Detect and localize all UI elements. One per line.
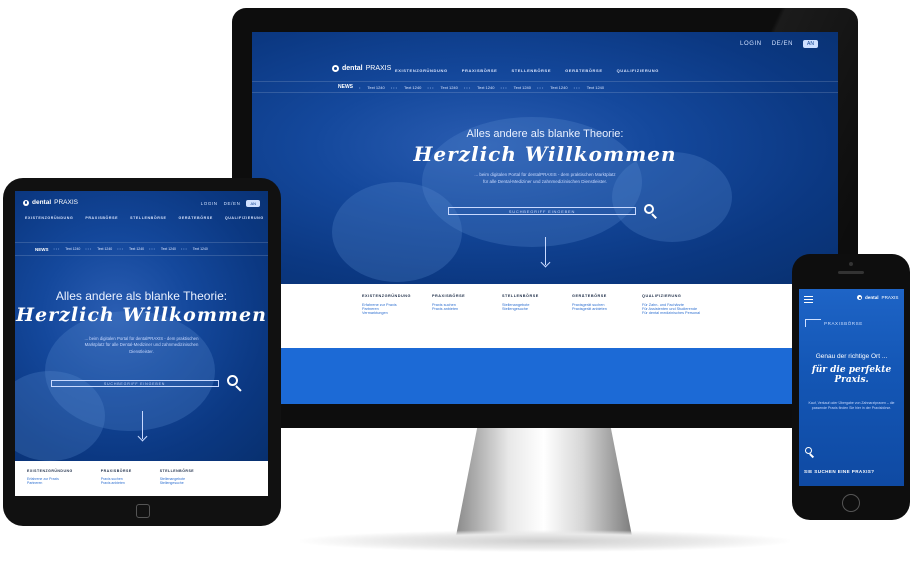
tablet-hero-section: dental PRAXIS LOGIN DE/EN AN EXISTENZGRÜN… [15,191,268,461]
tablet-site-logo[interactable]: dental PRAXIS [23,199,78,206]
tablet-hero-subtitle: Alles andere als blanke Theorie: [55,289,228,303]
news-item[interactable]: Text 1240 [367,85,384,90]
search-icon[interactable] [226,375,243,392]
nav-item-qualifizierung[interactable]: QUALIFIZIERUNG [617,68,659,73]
tablet-home-button [136,504,150,518]
news-item[interactable]: Text 1240 [129,247,144,251]
tablet-news-ticker: NEWS ••• Text 1240 ••• Text 1240 ••• Text 1… [15,242,268,256]
search-icon[interactable] [644,204,658,219]
phone-description: Kauf, Verkauf oder Übergabe von Zahnarzt… [808,401,895,411]
hero-section: LOGIN DE/EN AN dental PRAXIS EXISTENZGRÜN… [252,32,838,284]
scroll-down-arrow-icon[interactable] [141,411,143,439]
main-navigation: EXISTENZGRÜNDUNG PRAXISBÖRSE STELLENBÖRS… [395,68,659,73]
nav-item-existenzgruendung[interactable]: EXISTENZGRÜNDUNG [25,216,73,220]
search-input[interactable]: SUCHBEGRIFF EINGEBEN [50,379,219,387]
news-ticker: NEWS • Text 1240 ••• Text 1240 ••• Text 124… [252,81,838,93]
menu-column: PRAXISBÖRSE Praxis suchen Praxis anbiete… [100,469,132,485]
phone-heading: Genau der richtige Ort ... [815,353,888,360]
tablet-hero-title: Herzlich Willkommen [16,304,267,326]
menu-column: EXISTENZGRÜNDUNG Erfahrene zur Praxis Pa… [27,469,73,485]
news-item[interactable]: Text 1240 [65,247,80,251]
phone-section-title: PRAXISBÖRSE [824,320,863,326]
news-item[interactable]: Text 1240 [441,85,458,90]
news-item[interactable]: Text 1240 [161,247,176,251]
phone-screen: dental PRAXIS PRAXISBÖRSE Genau der richt… [799,289,904,486]
site-logo[interactable]: dental PRAXIS [332,65,391,72]
scroll-down-arrow-icon[interactable] [545,237,546,265]
desktop-menu-panel: EXISTENZGRÜNDUNG Erfahrene zur Praxis Pa… [252,284,838,348]
phone-speaker [838,271,864,274]
desktop-screen: LOGIN DE/EN AN dental PRAXIS EXISTENZGRÜN… [252,32,838,404]
hero-title: Herzlich Willkommen [413,142,677,166]
house-outline-icon [805,319,821,327]
language-toggle[interactable]: AN [803,40,818,48]
news-item[interactable]: Text 1240 [550,85,567,90]
monitor-chin [232,404,858,428]
nav-item-praxisboerse[interactable]: PRAXISBÖRSE [85,216,118,220]
menu-column: STELLENBÖRSE Stellenangebote Stellengesu… [502,294,539,311]
language-toggle[interactable]: AN [246,200,260,207]
news-item[interactable]: Text 1240 [587,85,604,90]
tooth-logo-icon [23,199,29,206]
search-input[interactable]: SUCHBEGRIFF EINGEBEN [448,207,636,215]
phone-section-header: PRAXISBÖRSE [805,319,863,327]
news-item[interactable]: Text 1240 [404,85,421,90]
tooth-logo-icon [332,65,339,72]
phone-site-logo[interactable]: dental PRAXIS [857,295,898,300]
news-item[interactable]: Text 1240 [97,247,112,251]
nav-item-existenzgruendung[interactable]: EXISTENZGRÜNDUNG [395,68,448,73]
nav-item-stellenboerse[interactable]: STELLENBÖRSE [130,216,166,220]
menu-column: EXISTENZGRÜNDUNG Erfahrene zur Praxis Pa… [362,294,411,315]
language-label: DE/EN [223,201,241,206]
phone-home-button [842,494,860,512]
nav-item-praxisboerse[interactable]: PRAXISBÖRSE [462,68,498,73]
language-label: DE/EN [771,41,794,47]
news-item[interactable]: Text 1240 [193,247,208,251]
nav-item-geraeteboerse[interactable]: GERÄTEBÖRSE [565,68,603,73]
nav-item-qualifizierung[interactable]: QUALIFIZIERUNG [225,216,264,220]
menu-column: GERÄTEBÖRSE Praxisgerät suchen Praxisger… [572,294,607,311]
news-item[interactable]: Text 1240 [477,85,494,90]
tablet-utility-bar: LOGIN DE/EN AN [201,200,260,207]
login-link[interactable]: LOGIN [201,201,218,206]
menu-column: PRAXISBÖRSE Praxis suchen Praxis anbiete… [432,294,466,311]
tablet-screen: dental PRAXIS LOGIN DE/EN AN EXISTENZGRÜN… [15,191,268,496]
hero-description: ... beim digitalen Portal für dentalPRAX… [474,172,616,184]
top-utility-bar: LOGIN DE/EN AN [740,40,818,48]
monitor-stand [456,428,632,536]
hero-subtitle: Alles andere als blanke Theorie: [466,128,624,140]
tablet-main-navigation: EXISTENZGRÜNDUNG PRAXISBÖRSE STELLENBÖRS… [25,216,264,220]
tablet-hero-description: ... beim digitalen Portal für dentalPRAX… [84,336,199,354]
logo-text-bold: dental [342,65,363,72]
news-label: NEWS [338,84,353,90]
phone-camera [849,262,853,266]
menu-column: QUALIFIZIERUNG Für Zahn- und Fachärzte F… [642,294,701,315]
logo-text-light: PRAXIS [365,65,392,72]
search-icon[interactable] [805,447,815,458]
search-bar: SUCHBEGRIFF EINGEBEN [252,204,838,219]
tooth-logo-icon [857,295,862,300]
nav-item-stellenboerse[interactable]: STELLENBÖRSE [511,68,551,73]
tablet-menu-panel: EXISTENZGRÜNDUNG Erfahrene zur Praxis Pa… [15,461,268,496]
footer-blue-band [252,348,838,404]
login-link[interactable]: LOGIN [740,41,762,47]
menu-column: STELLENBÖRSE Stellenangebote Stellengesu… [159,469,195,485]
tablet-search-bar: SUCHBEGRIFF EINGEBEN [15,375,268,392]
hamburger-menu-icon[interactable] [804,296,813,303]
news-item[interactable]: Text 1240 [514,85,531,90]
nav-item-geraeteboerse[interactable]: GERÄTEBÖRSE [178,216,212,220]
monitor-stand-shadow [300,530,790,552]
phone-title: für die perfekte Praxis. [811,365,892,386]
phone-cta-link[interactable]: SIE SUCHEN EINE PRAXIS? [804,469,874,474]
